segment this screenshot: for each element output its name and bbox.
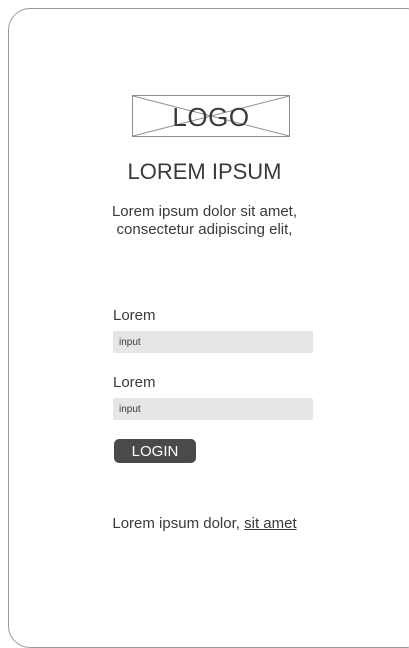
logo-placeholder: LOGO [132,95,290,137]
footer-text: Lorem ipsum dolor, [112,515,240,532]
logo-text: LOGO [172,102,250,132]
field-1-label: Lorem [113,307,156,324]
footer-link[interactable]: sit amet [244,515,297,532]
subtitle-line-1: Lorem ipsum dolor sit amet, [111,203,298,220]
footer: Lorem ipsum dolor, sit amet [0,515,409,532]
page-title: LOREM IPSUM [127,159,282,184]
login-button[interactable]: LOGIN [114,439,196,463]
field-1-input[interactable] [113,331,313,353]
field-2-label: Lorem [113,374,156,391]
subtitle-line-2: consectetur adipiscing elit, [116,221,293,238]
field-2-input[interactable] [113,398,313,420]
page-subtitle: Lorem ipsum dolor sit amet, consectetur … [0,203,409,239]
